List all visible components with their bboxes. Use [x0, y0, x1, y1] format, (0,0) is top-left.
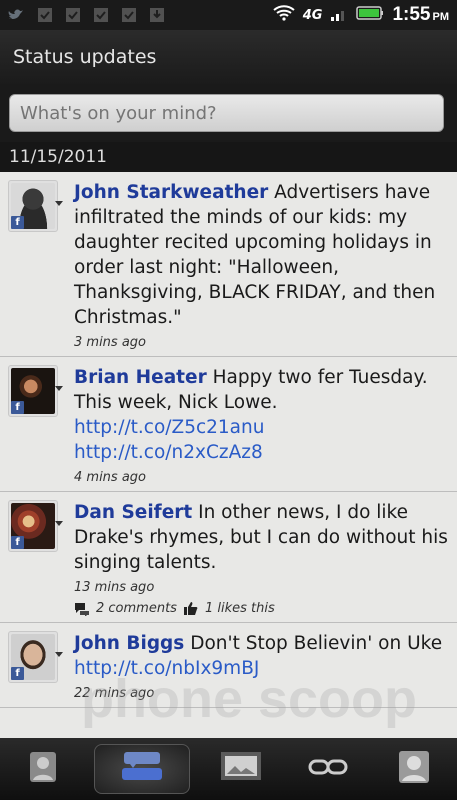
- post-link[interactable]: http://t.co/nbIx9mBJ: [74, 658, 259, 679]
- post-body: Advertisers have infiltrated the minds o…: [74, 182, 436, 328]
- tab-photos[interactable]: [206, 744, 276, 794]
- timestamp: 4 mins ago: [74, 470, 146, 485]
- avatar[interactable]: f: [8, 180, 63, 232]
- person-icon: [28, 750, 58, 788]
- tab-profile[interactable]: [8, 744, 78, 794]
- post-body: Don't Stop Believin' on Uke: [190, 633, 443, 654]
- thumbs-up-icon[interactable]: [183, 602, 199, 616]
- author-name[interactable]: Brian Heater: [74, 367, 207, 388]
- post-link[interactable]: http://t.co/n2xCzAz8: [74, 442, 263, 463]
- post-text: Dan Seifert In other news, I do like Dra…: [74, 500, 449, 575]
- facebook-icon: f: [11, 216, 24, 229]
- page-title: Status updates: [13, 46, 157, 68]
- facebook-icon: f: [11, 536, 24, 549]
- author-name[interactable]: Dan Seifert: [74, 502, 192, 523]
- app-header: Status updates: [0, 30, 457, 84]
- status-bar: 4G 1:55 PM: [0, 0, 457, 30]
- likes-count[interactable]: 1 likes this: [205, 601, 275, 616]
- post-text: John Biggs Don't Stop Believin' on Uke h…: [74, 631, 449, 681]
- list-item[interactable]: f Dan Seifert In other news, I do like D…: [0, 492, 457, 623]
- author-name[interactable]: John Starkweather: [74, 182, 268, 203]
- status-feed[interactable]: f John Starkweather Advertisers have inf…: [0, 172, 457, 738]
- facebook-icon: f: [11, 667, 24, 680]
- tab-status-updates[interactable]: [94, 744, 191, 794]
- status-input[interactable]: [9, 94, 444, 132]
- avatar[interactable]: f: [8, 365, 63, 417]
- network-type: 4G: [302, 7, 323, 23]
- avatar[interactable]: f: [8, 500, 63, 552]
- tab-links[interactable]: [293, 744, 363, 794]
- wifi-icon: [273, 5, 295, 25]
- bottom-tab-bar: [0, 738, 457, 800]
- timestamp: 3 mins ago: [74, 335, 146, 350]
- contact-icon: [397, 749, 431, 789]
- author-name[interactable]: John Biggs: [74, 633, 184, 654]
- check-icon: [92, 6, 110, 24]
- chevron-down-icon[interactable]: [55, 652, 63, 657]
- timestamp: 22 mins ago: [74, 686, 155, 701]
- timestamp: 13 mins ago: [74, 580, 155, 595]
- tab-contacts[interactable]: [379, 744, 449, 794]
- date-header: 11/15/2011: [0, 142, 457, 172]
- check-icon: [36, 6, 54, 24]
- chevron-down-icon[interactable]: [55, 521, 63, 526]
- check-icon: [64, 6, 82, 24]
- chevron-down-icon[interactable]: [55, 386, 63, 391]
- date-label: 11/15/2011: [9, 147, 107, 167]
- photos-icon: [219, 750, 263, 788]
- clock: 1:55 PM: [392, 4, 449, 25]
- battery-icon: [356, 5, 384, 25]
- check-icon: [120, 6, 138, 24]
- list-item[interactable]: f John Starkweather Advertisers have inf…: [0, 172, 457, 357]
- list-item[interactable]: f Brian Heater Happy two fer Tuesday. Th…: [0, 357, 457, 492]
- comment-icon[interactable]: [74, 602, 90, 616]
- facebook-icon: f: [11, 401, 24, 414]
- post-actions: 2 comments 1 likes this: [74, 601, 449, 616]
- link-icon: [308, 757, 348, 781]
- chevron-down-icon[interactable]: [55, 201, 63, 206]
- compose-area: [0, 84, 457, 142]
- signal-icon: [330, 6, 348, 25]
- avatar[interactable]: f: [8, 631, 63, 683]
- post-text: Brian Heater Happy two fer Tuesday. This…: [74, 365, 449, 465]
- post-link[interactable]: http://t.co/Z5c21anu: [74, 417, 264, 438]
- list-item[interactable]: f John Biggs Don't Stop Believin' on Uke…: [0, 623, 457, 708]
- comments-count[interactable]: 2 comments: [96, 601, 177, 616]
- post-text: John Starkweather Advertisers have infil…: [74, 180, 449, 330]
- status-updates-icon: [120, 750, 164, 788]
- download-icon: [148, 6, 166, 24]
- twitter-icon: [8, 6, 26, 24]
